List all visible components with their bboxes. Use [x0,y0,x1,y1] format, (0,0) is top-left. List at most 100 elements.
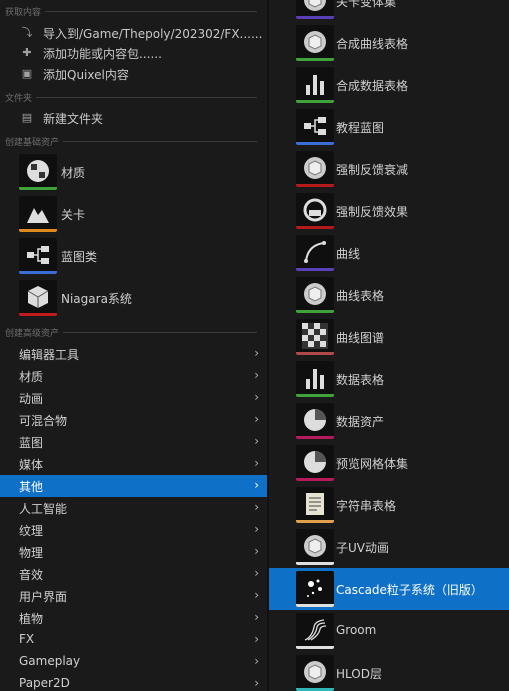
menu-item-label: 植物 [19,612,44,626]
asset-item-groom[interactable]: Groom [269,610,509,652]
menu-item-14[interactable]: Gameplay › [0,651,267,673]
menu-item-9[interactable]: 物理 › [0,541,267,563]
asset-item-label: HLOD层 [336,667,382,681]
menu-item-10[interactable]: 音效 › [0,563,267,585]
quixel-icon: ▣ [21,67,33,80]
menu-item-label: 动画 [19,392,44,406]
asset-item-label: 合成数据表格 [336,79,409,93]
menu-item-8[interactable]: 纹理 › [0,519,267,541]
asset-item-tutorial-blueprint[interactable]: 教程蓝图 [269,106,509,148]
asset-item-hlod-layer[interactable]: HLOD层 [269,652,509,691]
asset-thumbnail [296,277,334,313]
menu-item-label: 蓝图 [19,436,44,450]
basic-asset-label: 蓝图类 [61,250,98,264]
section-folder: 文件夹 [5,91,257,104]
menu-item-12[interactable]: 植物 › [0,607,267,629]
basic-asset-material[interactable]: 材质 [0,151,267,193]
menu-item-7[interactable]: 人工智能 › [0,497,267,519]
asset-color-bar [296,58,334,61]
asset-color-bar [19,187,57,190]
asset-thumbnail [296,67,334,103]
asset-item-data-table[interactable]: 数据表格 [269,358,509,400]
menu-item-3[interactable]: 可混合物 › [0,409,267,431]
groom-icon [302,617,328,643]
asset-color-bar [296,562,334,565]
material-icon [25,158,51,184]
chevron-right-icon: › [254,610,259,624]
chevron-right-icon: › [254,368,259,382]
menu-item-15[interactable]: Paper2D › [0,673,267,691]
composite-data-table-icon [302,71,328,97]
menu-item-label: Gameplay [19,654,81,668]
menu-item-4[interactable]: 蓝图 › [0,431,267,453]
asset-thumbnail [296,445,334,481]
asset-thumbnail [296,529,334,565]
menu-item-1[interactable]: 材质 › [0,365,267,387]
asset-thumbnail [296,25,334,61]
new-folder-menu-item[interactable]: ▤ 新建文件夹 [0,108,267,128]
asset-thumbnail [19,280,57,316]
chevron-right-icon: › [254,654,259,668]
asset-item-label: 曲线表格 [336,289,385,303]
menu-item-label: FX [19,632,35,646]
menu-item-6[interactable]: 其他 › [0,475,267,497]
asset-item-label: 强制反馈效果 [336,205,409,219]
chevron-right-icon: › [254,456,259,470]
import-menu-item[interactable]: ⤵ 导入到/Game/Thepoly/202302/FX...... [0,23,267,43]
level-icon [25,200,51,226]
hlod-layer-icon [302,659,328,685]
basic-asset-niagara[interactable]: Niagara系统 [0,277,267,319]
chevron-right-icon: › [254,566,259,580]
menu-item-label: 编辑器工具 [19,348,80,362]
asset-item-level-variant[interactable]: 关卡变体集 [269,0,509,22]
asset-thumbnail [296,403,334,439]
asset-item-data-asset[interactable]: 数据资产 [269,400,509,442]
asset-item-composite-data-table[interactable]: 合成数据表格 [269,64,509,106]
chevron-right-icon: › [254,390,259,404]
curve-icon [302,239,328,265]
section-get-content: 获取内容 [5,5,257,18]
asset-thumbnail [296,151,334,187]
menu-item-11[interactable]: 用户界面 › [0,585,267,607]
add-feature-label: 添加功能或内容包...... [43,47,162,61]
add-feature-menu-item[interactable]: ✚ 添加功能或内容包...... [0,43,267,63]
asset-item-label: 字符串表格 [336,499,397,513]
asset-item-force-feedback-attenuation[interactable]: 强制反馈衰减 [269,148,509,190]
asset-color-bar [296,184,334,187]
asset-item-curve-atlas[interactable]: 曲线图谱 [269,316,509,358]
force-feedback-effect-icon [302,197,328,223]
asset-item-label: Groom [336,623,377,637]
asset-color-bar [296,142,334,145]
asset-item-cascade-particle[interactable]: Cascade粒子系统（旧版） [269,568,509,610]
menu-item-5[interactable]: 媒体 › [0,453,267,475]
asset-item-subuv-animation[interactable]: 子UV动画 [269,526,509,568]
chevron-right-icon: › [254,588,259,602]
menu-item-13[interactable]: FX › [0,629,267,651]
asset-thumbnail [296,655,334,691]
asset-item-string-table[interactable]: 字符串表格 [269,484,509,526]
basic-asset-blueprint[interactable]: 蓝图类 [0,235,267,277]
add-feature-icon: ✚ [22,46,32,59]
chevron-right-icon: › [254,346,259,360]
basic-asset-level[interactable]: 关卡 [0,193,267,235]
asset-item-curve[interactable]: 曲线 [269,232,509,274]
asset-item-curve-table[interactable]: 曲线表格 [269,274,509,316]
cascade-particle-icon [302,575,328,601]
menu-item-2[interactable]: 动画 › [0,387,267,409]
asset-item-composite-curve-table[interactable]: 合成曲线表格 [269,22,509,64]
menu-item-label: 媒体 [19,458,44,472]
add-quixel-menu-item[interactable]: ▣ 添加Quixel内容 [0,64,267,84]
asset-item-preview-mesh[interactable]: 预览网格体集 [269,442,509,484]
subuv-animation-icon [302,533,328,559]
chevron-right-icon: › [254,522,259,536]
basic-asset-label: 关卡 [61,208,86,222]
asset-thumbnail [296,193,334,229]
asset-item-label: 预览网格体集 [336,457,409,471]
menu-item-0[interactable]: 编辑器工具 › [0,343,267,365]
basic-asset-label: 材质 [61,166,86,180]
asset-thumbnail [296,235,334,271]
section-advanced-assets: 创建高级资产 [5,326,257,339]
section-label: 获取内容 [5,5,46,18]
menu-item-label: 物理 [19,546,44,560]
asset-item-force-feedback-effect[interactable]: 强制反馈效果 [269,190,509,232]
